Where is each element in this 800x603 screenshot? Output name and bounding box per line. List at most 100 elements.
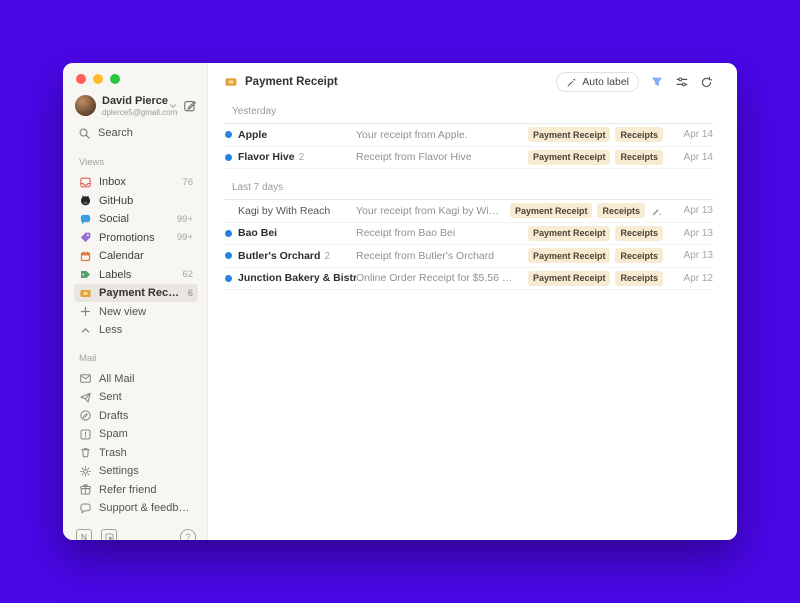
item-label: Drafts — [99, 410, 128, 422]
email-tags: Payment Receipt Receipts — [528, 127, 663, 142]
search-button[interactable]: Search — [74, 124, 198, 143]
tag-payment-receipt[interactable]: Payment Receipt — [528, 248, 611, 263]
email-date: Apr 14 — [671, 129, 713, 140]
email-sender: Junction Bakery & Bistro … — [238, 272, 356, 284]
calendar-icon — [79, 250, 92, 263]
sidebar-item-spam[interactable]: Spam — [74, 425, 198, 444]
item-count: 99+ — [177, 232, 193, 243]
chevron-up-icon — [79, 324, 92, 337]
thread-count: 2 — [299, 152, 305, 163]
mail-list: All Mail Sent Drafts Spam Trash — [74, 369, 198, 462]
email-row-bao-bei[interactable]: Bao Bei Receipt from Bao Bei Payment Rec… — [224, 223, 713, 246]
item-label: Less — [99, 324, 122, 336]
filter-funnel-button[interactable] — [650, 75, 664, 89]
calendar-app-icon[interactable] — [101, 529, 117, 540]
zoom-window-button[interactable] — [110, 74, 120, 84]
tag-receipts[interactable]: Receipts — [615, 226, 663, 241]
tag-payment-receipt[interactable]: Payment Receipt — [528, 271, 611, 286]
plus-icon — [79, 305, 92, 318]
sidebar-item-calendar[interactable]: Calendar — [74, 247, 198, 266]
help-button[interactable]: ? — [180, 529, 196, 540]
email-row-butlers-orchard[interactable]: Butler's Orchard 2 Receipt from Butler's … — [224, 245, 713, 268]
item-label: Support & feedback — [99, 502, 193, 514]
compose-button[interactable] — [183, 99, 197, 113]
support-feedback-button[interactable]: Support & feedback — [74, 499, 198, 518]
views-section-label: Views — [74, 157, 198, 168]
account-switcher[interactable]: David Pierce dpierce5@gmail.com — [75, 95, 197, 117]
paper-plane-icon — [79, 391, 92, 404]
unread-dot-icon — [225, 252, 232, 259]
refer-friend-button[interactable]: Refer friend — [74, 480, 198, 499]
item-count: 99+ — [177, 214, 193, 225]
tag-receipts[interactable]: Receipts — [597, 203, 645, 218]
gear-icon — [79, 465, 92, 478]
payment-card-icon — [224, 75, 238, 89]
unread-dot-icon — [225, 230, 232, 237]
auto-label-button[interactable]: Auto label — [556, 72, 639, 92]
sidebar-item-drafts[interactable]: Drafts — [74, 406, 198, 425]
unread-dot-col — [224, 275, 238, 282]
views-list: Inbox 76 GitHub Social 99+ Promotions 99… — [74, 173, 198, 340]
sidebar-item-promotions[interactable]: Promotions 99+ — [74, 228, 198, 247]
email-row-apple[interactable]: Apple Your receipt from Apple. Payment R… — [224, 124, 713, 147]
tag-receipts[interactable]: Receipts — [615, 271, 663, 286]
unread-dot-icon — [225, 154, 232, 161]
auto-label-label: Auto label — [582, 76, 629, 88]
sidebar-item-sent[interactable]: Sent — [74, 388, 198, 407]
tag-receipts[interactable]: Receipts — [615, 150, 663, 165]
label-icon — [79, 268, 92, 281]
group-header: Last 7 days — [224, 169, 713, 200]
email-snippet: Receipt from Butler's Orchard — [356, 250, 528, 262]
filter-lines-button[interactable] — [675, 75, 689, 89]
refresh-button[interactable] — [700, 76, 713, 89]
collapse-less-button[interactable]: Less — [74, 321, 198, 340]
email-sender: Bao Bei — [238, 227, 277, 239]
sidebar-item-github[interactable]: GitHub — [74, 191, 198, 210]
email-snippet: Your receipt from Kagi by With Reach #21… — [356, 205, 510, 217]
sidebar-item-inbox[interactable]: Inbox 76 — [74, 173, 198, 192]
tag-payment-receipt[interactable]: Payment Receipt — [510, 203, 593, 218]
notion-app-icon[interactable]: N — [76, 529, 92, 540]
item-count: 62 — [182, 269, 193, 280]
unread-dot-col — [224, 154, 238, 161]
item-label: Social — [99, 213, 129, 225]
sidebar-item-all-mail[interactable]: All Mail — [74, 369, 198, 388]
github-icon — [79, 194, 92, 207]
item-label: Settings — [99, 465, 139, 477]
email-row-flavor-hive[interactable]: Flavor Hive2 Receipt from Flavor Hive Pa… — [224, 147, 713, 170]
email-sender: Kagi by With Reach — [238, 205, 330, 217]
tag-payment-receipt[interactable]: Payment Receipt — [528, 226, 611, 241]
tag-receipts[interactable]: Receipts — [615, 127, 663, 142]
thread-count: 2 — [324, 251, 330, 262]
email-snippet: Online Order Receipt for $5.56 at Juncti… — [356, 272, 528, 284]
close-window-button[interactable] — [76, 74, 86, 84]
minimize-window-button[interactable] — [93, 74, 103, 84]
unread-dot-col — [224, 230, 238, 237]
promotions-tag-icon — [79, 231, 92, 244]
email-row-kagi[interactable]: Kagi by With Reach Your receipt from Kag… — [224, 200, 713, 223]
user-meta: David Pierce dpierce5@gmail.com — [102, 95, 162, 117]
email-date: Apr 12 — [671, 273, 713, 284]
settings-button[interactable]: Settings — [74, 462, 198, 481]
tag-receipts[interactable]: Receipts — [615, 248, 663, 263]
sidebar-item-labels[interactable]: Labels 62 — [74, 265, 198, 284]
email-sender: Flavor Hive — [238, 151, 295, 163]
envelope-icon — [79, 372, 92, 385]
inbox-icon — [79, 176, 92, 189]
tag-payment-receipt[interactable]: Payment Receipt — [528, 150, 611, 165]
email-sender: Butler's Orchard — [238, 250, 320, 262]
main-panel: Payment Receipt Auto label Yesterday App… — [208, 63, 737, 540]
email-tags: Payment Receipt Receipts — [528, 271, 663, 286]
sidebar-item-trash[interactable]: Trash — [74, 443, 198, 462]
sidebar-footer: Settings Refer friend Support & feedback… — [74, 462, 198, 540]
item-label: Sent — [99, 391, 122, 403]
chevron-down-icon — [169, 102, 177, 110]
email-row-junction-bakery[interactable]: Junction Bakery & Bistro … Online Order … — [224, 268, 713, 291]
new-view-button[interactable]: New view — [74, 302, 198, 321]
tag-payment-receipt[interactable]: Payment Receipt — [528, 127, 611, 142]
item-label: Refer friend — [99, 484, 156, 496]
sidebar-item-payment-receipt[interactable]: Payment Receipt 6 — [74, 284, 198, 303]
sidebar-item-social[interactable]: Social 99+ — [74, 210, 198, 229]
item-label: GitHub — [99, 195, 133, 207]
item-label: Calendar — [99, 250, 144, 262]
